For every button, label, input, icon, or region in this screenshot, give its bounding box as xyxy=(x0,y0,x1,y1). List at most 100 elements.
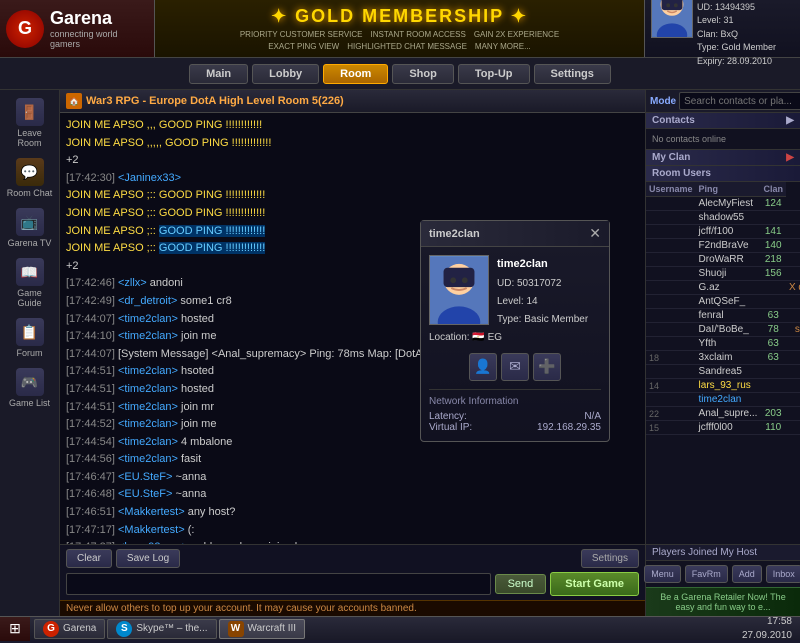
table-row[interactable]: 15 jcfff0l00 110 xyxy=(646,421,800,435)
forum-icon: 📋 xyxy=(16,318,44,346)
user-num xyxy=(646,267,696,281)
pp-net-title: Network Information xyxy=(429,396,601,407)
start-button[interactable]: ⊞ xyxy=(0,617,30,641)
table-row[interactable]: 22 Anal_supre... 203 xyxy=(646,407,800,421)
sidebar-item-game-list[interactable]: 🎮 Game List xyxy=(3,364,57,412)
sidebar-item-leave-room[interactable]: 🚪 Leave Room xyxy=(3,94,57,152)
col-ping: Ping xyxy=(696,182,761,197)
pp-body: time2clan UD: 50317072 Level: 14 Type: B… xyxy=(421,247,609,441)
table-row[interactable]: Shuoji 156 xyxy=(646,267,800,281)
pp-action-3[interactable]: ➕ xyxy=(533,353,561,381)
players-joined-label: Players Joined My Host xyxy=(646,545,800,561)
table-row[interactable]: G.az X derp xyxy=(646,281,800,295)
table-row[interactable]: time2clan X xyxy=(646,393,800,407)
sidebar-item-game-guide[interactable]: 📖 Game Guide xyxy=(3,254,57,312)
nav-settings[interactable]: Settings xyxy=(534,64,611,84)
send-button[interactable]: Send xyxy=(495,574,547,594)
chat-input[interactable] xyxy=(66,573,491,595)
user-ping: 156 xyxy=(760,267,786,281)
user-clan xyxy=(786,337,800,351)
user-num xyxy=(646,295,696,309)
user-ping xyxy=(760,393,786,407)
clock-time: 17:58 xyxy=(742,615,792,629)
user-num xyxy=(646,281,696,295)
clear-button[interactable]: Clear xyxy=(66,549,112,568)
chat-message: [17:46:48] <EU.SteF> ~anna xyxy=(66,486,639,504)
table-row[interactable]: F2ndBraVe 140 xyxy=(646,239,800,253)
table-row[interactable]: 18 3xclaim 63 xyxy=(646,351,800,365)
garena-tb-icon: G xyxy=(43,621,59,637)
sidebar-item-forum[interactable]: 📋 Forum xyxy=(3,314,57,362)
table-row[interactable]: jcff/f100 141 xyxy=(646,225,800,239)
sidebar-item-garena-tv[interactable]: 📺 Garena TV xyxy=(3,204,57,252)
taskbar-garena[interactable]: G Garena xyxy=(34,619,105,639)
chat-message: JOIN ME APSO ;:: GOOD PING !!!!!!!!!!!!! xyxy=(66,187,639,205)
pj-buttons: Menu FavRm Add Inbox xyxy=(646,561,800,587)
favrm-button[interactable]: FavRm xyxy=(685,565,728,583)
nav-room[interactable]: Room xyxy=(323,64,388,84)
user-name: Sandrea5 xyxy=(696,365,761,379)
pp-action-1[interactable]: 👤 xyxy=(469,353,497,381)
user-clan: X xyxy=(786,295,800,309)
chat-message: JOIN ME APSO ,,,,, GOOD PING !!!!!!!!!!!… xyxy=(66,135,639,153)
gold-banner: ✦ GOLD MEMBERSHIP ✦ PRIORITY CUSTOMER SE… xyxy=(155,0,645,57)
chat-message: [17:44:56] <time2clan> fasit xyxy=(66,451,639,469)
inbox-button[interactable]: Inbox xyxy=(766,565,800,583)
pp-action-2[interactable]: ✉ xyxy=(501,353,529,381)
pp-location: Location: 🇪🇬 EG xyxy=(429,329,601,347)
contact-item: No contacts online xyxy=(650,133,796,145)
table-row[interactable]: Sandrea5 X xyxy=(646,365,800,379)
chat-message: +2 xyxy=(66,152,639,170)
game-list-icon: 🎮 xyxy=(16,368,44,396)
table-row[interactable]: Yfth 63 xyxy=(646,337,800,351)
start-game-button[interactable]: Start Game xyxy=(550,572,639,596)
save-log-button[interactable]: Save Log xyxy=(116,549,180,568)
sidebar-item-room-chat[interactable]: 💬 Room Chat xyxy=(3,154,57,202)
user-clan xyxy=(786,253,800,267)
user-clan xyxy=(786,421,800,435)
user-name: jcff/f100 xyxy=(696,225,761,239)
brand-tagline: connecting world gamers xyxy=(50,29,148,49)
settings-button[interactable]: Settings xyxy=(581,549,639,568)
table-row[interactable]: AlecMyFiest 124 xyxy=(646,197,800,211)
user-name: DaI/'BoBe_ xyxy=(696,323,761,337)
user-clan xyxy=(786,239,800,253)
user-num: 22 xyxy=(646,407,696,421)
user-name: F2ndBraVe xyxy=(696,239,761,253)
table-row[interactable]: fenral 63 xyxy=(646,309,800,323)
pp-avatar xyxy=(429,255,489,325)
add-button[interactable]: Add xyxy=(732,565,762,583)
room-chat-icon: 💬 xyxy=(16,158,44,186)
taskbar-skype[interactable]: S Skype™ – the... xyxy=(107,619,216,639)
table-row[interactable]: 14 lars_93_rus xyxy=(646,379,800,393)
taskbar-clock: 17:58 27.09.2010 xyxy=(734,615,800,643)
left-sidebar: 🚪 Leave Room 💬 Room Chat 📺 Garena TV 📖 G… xyxy=(0,90,60,616)
table-row[interactable]: shadow55 X xyxy=(646,211,800,225)
table-row[interactable]: DaI/'BoBe_ 78 saN xyxy=(646,323,800,337)
table-row[interactable]: AntQSeF_ X xyxy=(646,295,800,309)
search-input[interactable] xyxy=(679,92,800,110)
players-joined: Players Joined My Host Menu FavRm Add In… xyxy=(646,544,800,587)
user-info: Nova.AT GOLD UD: 13494395 Level: 31 Clan… xyxy=(697,0,776,68)
user-ping xyxy=(760,365,786,379)
nav-main[interactable]: Main xyxy=(189,64,248,84)
sidebar-label-guide: Game Guide xyxy=(5,288,55,308)
garena-logo-icon: G xyxy=(6,10,44,48)
nav-lobby[interactable]: Lobby xyxy=(252,64,319,84)
nav-shop[interactable]: Shop xyxy=(392,64,454,84)
pp-actions: 👤 ✉ ➕ xyxy=(429,353,601,381)
taskbar-warcraft[interactable]: W Warcraft III xyxy=(219,619,306,639)
pp-close-button[interactable]: ✕ xyxy=(589,225,601,242)
gold-feature-5: HIGHLIGHTED CHAT MESSAGE xyxy=(347,42,467,51)
menu-button[interactable]: Menu xyxy=(644,565,681,583)
room-icon: 🏠 xyxy=(66,93,82,109)
user-name: AlecMyFiest xyxy=(696,197,761,211)
nav-topup[interactable]: Top-Up xyxy=(458,64,530,84)
table-row[interactable]: DroWaRR 218 xyxy=(646,253,800,267)
user-ping: 110 xyxy=(760,421,786,435)
sidebar-label-chat: Room Chat xyxy=(7,188,53,198)
gold-feature-1: PRIORITY CUSTOMER SERVICE xyxy=(240,30,363,39)
warcraft-tb-label: Warcraft III xyxy=(248,623,297,634)
user-level: Level: 31 xyxy=(697,14,776,28)
user-name: AntQSeF_ xyxy=(696,295,761,309)
